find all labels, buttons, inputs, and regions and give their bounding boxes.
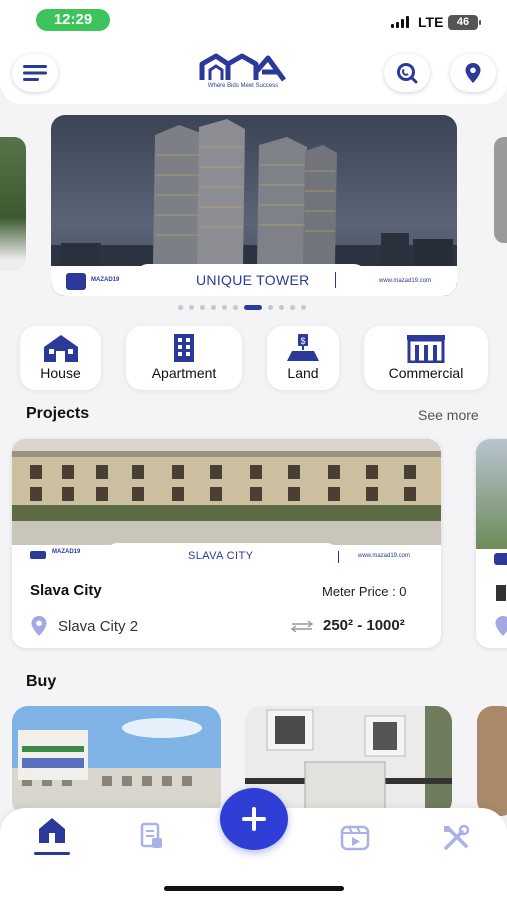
project-location: Slava City 2: [58, 618, 139, 635]
location-pin-icon: [31, 616, 47, 636]
area-range: 250² - 1000²: [323, 617, 405, 634]
logo-tagline: Where Bids Meet Success: [207, 83, 279, 89]
carousel-dot[interactable]: [211, 305, 216, 310]
menu-button[interactable]: [12, 54, 58, 92]
banner-divider: [335, 272, 336, 288]
project-card[interactable]: MAZAD19 SLAVA CITY www.mazad19.com Slava…: [12, 439, 441, 648]
carousel-pagination: [178, 305, 306, 310]
buy-heading: Buy: [26, 673, 57, 690]
project-name: Slava City: [30, 582, 102, 599]
apartment-building-icon: [174, 334, 194, 362]
projects-heading: Projects: [26, 405, 90, 422]
carousel-dot[interactable]: [200, 305, 205, 310]
tools-icon[interactable]: [442, 824, 472, 852]
project-banner-url: www.mazad19.com: [358, 553, 411, 559]
active-tab-indicator: [34, 852, 70, 855]
carousel-dot-active[interactable]: [244, 305, 262, 310]
status-time: 12:29: [36, 9, 110, 31]
carousel-dot[interactable]: [268, 305, 273, 310]
project-brand-name: MAZAD19: [52, 549, 81, 555]
buy-listing-card[interactable]: [12, 706, 221, 816]
carousel-dot[interactable]: [290, 305, 295, 310]
status-bar: 12:29 LTE 46: [0, 0, 507, 44]
banner-brand-logo: [66, 273, 86, 290]
carousel-dot[interactable]: [301, 305, 306, 310]
category-land[interactable]: $ Land: [267, 326, 339, 390]
carousel-dot[interactable]: [233, 305, 238, 310]
add-icon: [242, 807, 266, 831]
category-label: Commercial: [388, 365, 464, 381]
category-commercial[interactable]: Commercial: [364, 326, 488, 390]
add-button[interactable]: [220, 788, 288, 850]
category-label: Apartment: [151, 365, 217, 381]
meter-price: Meter Price : 0: [322, 584, 407, 599]
see-more-link[interactable]: See more: [418, 407, 479, 423]
next-project-card-preview[interactable]: [476, 439, 507, 648]
banner-title: UNIQUE TOWER: [196, 272, 310, 288]
home-indicator: [164, 886, 344, 891]
category-label: House: [40, 365, 81, 381]
home-icon[interactable]: [37, 816, 67, 844]
project-banner-title: SLAVA CITY: [188, 550, 254, 562]
carousel-dot[interactable]: [222, 305, 227, 310]
banner-brand-name: MAZAD19: [91, 277, 120, 283]
category-label: Land: [287, 365, 319, 381]
app-header: Where Bids Meet Success: [0, 44, 507, 104]
location-button[interactable]: [450, 54, 496, 92]
app-logo: [199, 53, 287, 82]
network-label: LTE: [418, 14, 444, 30]
previous-banner-preview[interactable]: [0, 137, 26, 271]
project-brand-logo: [30, 551, 46, 559]
carousel-dot[interactable]: [279, 305, 284, 310]
project-banner-divider: [338, 551, 339, 563]
banner-url: www.mazad19.com: [379, 278, 432, 284]
house-icon: [43, 335, 78, 362]
video-icon[interactable]: [340, 823, 370, 851]
listing-image: [12, 706, 221, 816]
hamburger-menu-icon: [23, 65, 47, 81]
promo-banner[interactable]: MAZAD19 UNIQUE TOWER www.mazad19.com: [51, 115, 457, 296]
category-apartment[interactable]: Apartment: [126, 326, 242, 390]
search-icon: [397, 63, 418, 84]
carousel-dot[interactable]: [178, 305, 183, 310]
svg-text:$: $: [300, 336, 305, 346]
signal-icon: [391, 16, 411, 28]
commercial-building-icon: [407, 335, 445, 363]
next-banner-preview[interactable]: [494, 137, 507, 243]
location-pin-icon: [465, 63, 481, 83]
buy-listing-card-preview[interactable]: [477, 706, 507, 816]
category-house[interactable]: House: [20, 326, 101, 390]
document-icon[interactable]: [140, 822, 164, 850]
land-icon: $: [287, 334, 319, 361]
area-arrows-icon: [290, 620, 314, 632]
battery-icon: 46: [448, 15, 481, 30]
search-button[interactable]: [384, 54, 430, 92]
carousel-dot[interactable]: [189, 305, 194, 310]
